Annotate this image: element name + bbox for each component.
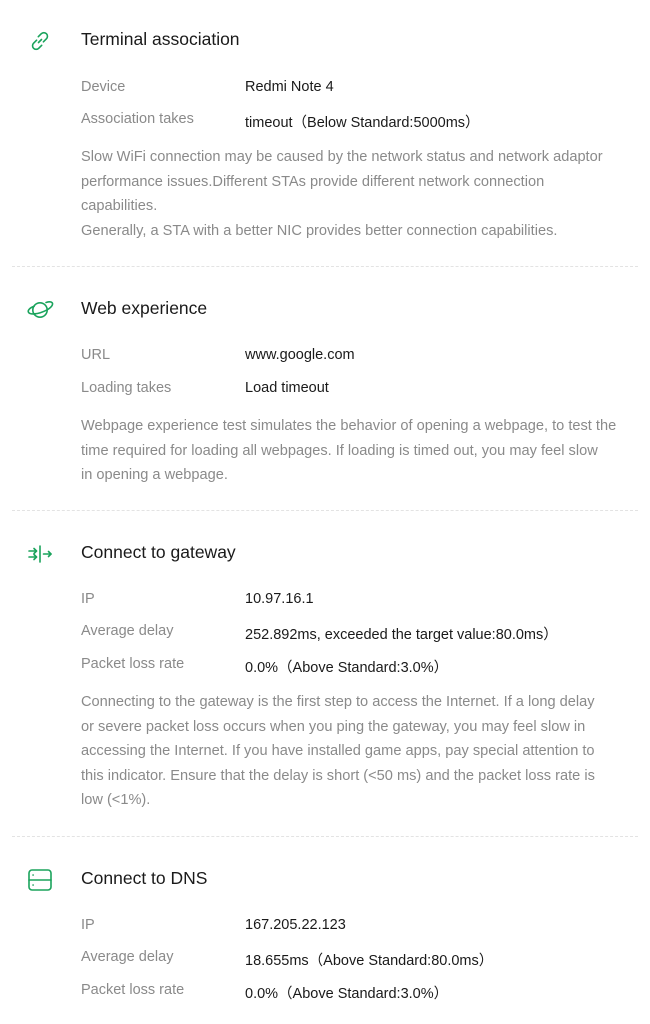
section-title: Terminal association bbox=[81, 29, 240, 49]
section-header: Web experience bbox=[0, 291, 650, 331]
info-row-association-takes: Association takes timeout（Below Standard… bbox=[0, 111, 650, 135]
section-title: Web experience bbox=[81, 298, 208, 318]
link-icon bbox=[25, 26, 55, 56]
row-value: timeout（Below Standard:5000ms） bbox=[245, 115, 480, 131]
section-description: Connecting to the gateway is the first s… bbox=[81, 694, 595, 808]
row-value: 18.655ms（Above Standard:80.0ms） bbox=[245, 953, 494, 969]
section-header: Connect to DNS bbox=[0, 861, 650, 901]
row-label: URL bbox=[81, 347, 111, 363]
info-row-url: URL www.google.com bbox=[0, 347, 650, 371]
row-label: Association takes bbox=[81, 111, 194, 127]
row-value: 252.892ms, exceeded the target value:80.… bbox=[245, 627, 558, 643]
row-label: IP bbox=[81, 917, 95, 933]
info-row-ip: IP 167.205.22.123 bbox=[0, 917, 650, 941]
info-row-ip: IP 10.97.16.1 bbox=[0, 591, 650, 615]
info-row-device: Device Redmi Note 4 bbox=[0, 79, 650, 103]
info-row-loading-takes: Loading takes Load timeout bbox=[0, 380, 650, 404]
planet-icon bbox=[25, 295, 55, 325]
server-icon bbox=[25, 865, 55, 895]
gateway-icon bbox=[25, 539, 55, 569]
row-label: Loading takes bbox=[81, 380, 172, 396]
section-divider bbox=[12, 510, 638, 511]
row-label: IP bbox=[81, 591, 95, 607]
section-divider bbox=[12, 266, 638, 267]
section-title: Connect to DNS bbox=[81, 868, 208, 888]
info-row-average-delay: Average delay 18.655ms（Above Standard:80… bbox=[0, 949, 650, 973]
section-divider bbox=[12, 836, 638, 837]
row-value: 0.0%（Above Standard:3.0%） bbox=[245, 986, 449, 1002]
row-label: Packet loss rate bbox=[81, 656, 185, 672]
section-description: Webpage experience test simulates the be… bbox=[81, 418, 617, 483]
info-row-packet-loss-rate: Packet loss rate 0.0%（Above Standard:3.0… bbox=[0, 656, 650, 680]
info-row-average-delay: Average delay 252.892ms, exceeded the ta… bbox=[0, 623, 650, 647]
row-value: Load timeout bbox=[245, 380, 329, 396]
row-value: 10.97.16.1 bbox=[245, 591, 314, 607]
section-description: Slow WiFi connection may be caused by th… bbox=[81, 149, 603, 239]
row-value: Redmi Note 4 bbox=[245, 79, 334, 95]
row-value: 167.205.22.123 bbox=[245, 917, 346, 933]
row-label: Device bbox=[81, 79, 126, 95]
row-value: 0.0%（Above Standard:3.0%） bbox=[245, 660, 449, 676]
row-label: Average delay bbox=[81, 623, 174, 639]
info-row-packet-loss-rate: Packet loss rate 0.0%（Above Standard:3.0… bbox=[0, 982, 650, 1006]
section-header: Connect to gateway bbox=[0, 535, 650, 575]
row-label: Packet loss rate bbox=[81, 982, 185, 998]
row-label: Average delay bbox=[81, 949, 174, 965]
row-value: www.google.com bbox=[245, 347, 355, 363]
section-header: Terminal association bbox=[0, 22, 650, 62]
section-title: Connect to gateway bbox=[81, 542, 236, 562]
